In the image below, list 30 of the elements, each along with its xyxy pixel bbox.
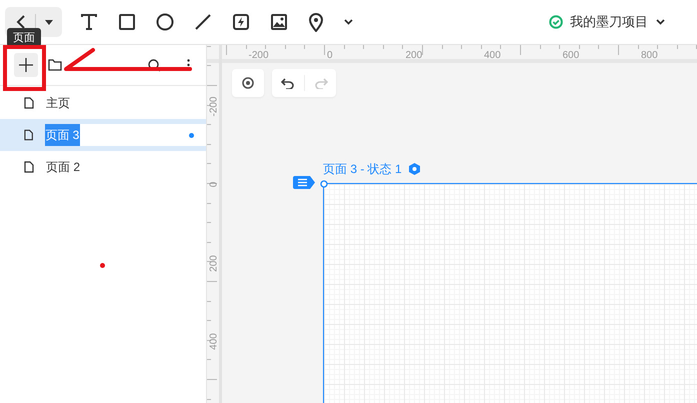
rectangle-tool-icon[interactable] (118, 13, 136, 31)
line-tool-icon[interactable] (194, 13, 212, 31)
circle-tool-icon[interactable] (156, 13, 174, 31)
page-icon (24, 97, 34, 109)
locate-button[interactable] (232, 69, 264, 97)
handle-icon[interactable] (320, 180, 328, 188)
hexagon-icon (409, 163, 420, 175)
location-pin-icon[interactable] (308, 12, 324, 32)
lightning-box-icon[interactable] (232, 13, 250, 31)
menu-tag-icon[interactable] (293, 176, 315, 189)
back-icon[interactable] (15, 14, 27, 30)
annotation-dot (100, 263, 105, 268)
page-icon (24, 129, 34, 141)
horizontal-ruler: -200 0 200 400 600 800 (207, 45, 697, 63)
caret-icon[interactable] (44, 18, 54, 26)
add-page-button[interactable] (14, 53, 38, 77)
annotation-rectangle (3, 45, 46, 91)
text-tool-icon[interactable] (80, 13, 98, 31)
folder-icon[interactable] (48, 59, 62, 71)
project-name[interactable]: 我的墨刀项目 (570, 13, 648, 31)
undo-icon[interactable] (280, 78, 294, 88)
image-tool-icon[interactable] (270, 13, 288, 31)
vertical-ruler: -200 0 200 400 (207, 45, 222, 403)
chevron-down-icon[interactable] (344, 19, 353, 25)
page-item[interactable]: 页面 2 (0, 151, 206, 183)
page-icon (24, 161, 34, 173)
page-item[interactable]: 主页 (0, 87, 206, 119)
chevron-down-icon[interactable] (656, 19, 665, 25)
plus-icon (19, 58, 33, 72)
target-icon (242, 77, 254, 89)
